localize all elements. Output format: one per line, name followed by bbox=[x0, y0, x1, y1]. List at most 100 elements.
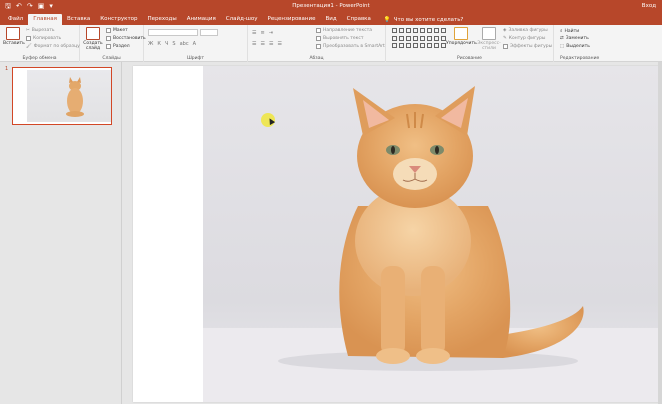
slides-pane: 1 bbox=[0, 62, 122, 404]
window-title: Презентация1 - PowerPoint bbox=[292, 3, 370, 9]
quick-styles-button[interactable]: Экспресс-стили bbox=[476, 27, 502, 51]
font-format-buttons: Ж К Ч S abc A bbox=[148, 41, 196, 47]
editing-group: ⌕ Найти ⇄ Заменить ⬚ Выделить Редактировани… bbox=[554, 25, 662, 62]
scissors-icon: ✂ bbox=[26, 28, 30, 33]
align-right-icon[interactable]: ☰ bbox=[269, 41, 273, 47]
format-painter-button[interactable]: 🖌 Формат по образцу bbox=[26, 44, 80, 49]
tab-slideshow[interactable]: Слайд-шоу bbox=[221, 14, 263, 25]
tab-help[interactable]: Справка bbox=[342, 14, 376, 25]
quick-styles-icon bbox=[482, 27, 496, 40]
shape-icon bbox=[413, 35, 418, 41]
shape-icon bbox=[399, 43, 404, 49]
shape-icon bbox=[420, 28, 425, 33]
smartart-button[interactable]: Преобразовать в SmartArt bbox=[316, 44, 385, 49]
bold-icon[interactable]: Ж bbox=[148, 41, 153, 47]
select-icon: ⬚ bbox=[560, 44, 565, 49]
pen-icon: ✎ bbox=[503, 36, 507, 41]
font-size-input[interactable] bbox=[200, 29, 218, 36]
justify-icon[interactable]: ☰ bbox=[277, 41, 281, 47]
lightbulb-icon: 💡 bbox=[383, 16, 391, 23]
editing-canvas bbox=[122, 62, 662, 404]
text-direction-button[interactable]: Направление текста bbox=[316, 28, 372, 33]
shape-icon bbox=[434, 28, 439, 33]
shape-icon bbox=[399, 28, 404, 33]
shape-icon bbox=[406, 28, 411, 33]
tell-me-box[interactable]: 💡 Что вы хотите сделать? bbox=[376, 14, 468, 25]
tab-transitions[interactable]: Переходы bbox=[143, 14, 182, 25]
smartart-icon bbox=[316, 44, 321, 49]
font-group-label: Шрифт bbox=[186, 56, 205, 61]
align-left-icon[interactable]: ☰ bbox=[252, 41, 256, 47]
tab-home[interactable]: Главная bbox=[28, 14, 62, 25]
shape-outline-button[interactable]: ✎ Контур фигуры bbox=[503, 36, 545, 41]
shape-icon bbox=[434, 35, 439, 41]
sign-in-link[interactable]: Вход bbox=[642, 3, 656, 9]
slide-thumbnail[interactable] bbox=[12, 67, 112, 125]
slides-group: Создать слайд Макет Восстановить Раздел … bbox=[80, 25, 146, 62]
underline-icon[interactable]: Ч bbox=[165, 41, 168, 47]
strikethrough-icon[interactable]: abc bbox=[180, 41, 189, 47]
tab-file[interactable]: Файл bbox=[3, 14, 28, 25]
shape-icon bbox=[420, 35, 425, 41]
numbering-icon[interactable]: ≡ bbox=[260, 30, 264, 36]
align-center-icon[interactable]: ☰ bbox=[260, 41, 264, 47]
shape-fill-button[interactable]: ◈ Заливка фигуры bbox=[503, 28, 548, 33]
tab-insert[interactable]: Вставка bbox=[62, 14, 95, 25]
vertical-scrollbar[interactable] bbox=[658, 62, 662, 404]
title-bar: 🖫 ↶ ↷ ▣ ▾ Презентация1 - PowerPoint Вход bbox=[0, 0, 662, 13]
shapes-gallery[interactable] bbox=[392, 28, 446, 50]
thumbnail-photo bbox=[27, 70, 111, 122]
font-name-input[interactable] bbox=[148, 29, 198, 36]
shape-effects-button[interactable]: Эффекты фигуры bbox=[503, 44, 552, 49]
select-button[interactable]: ⬚ Выделить bbox=[560, 44, 590, 49]
paragraph-group: ☰ ≡ ⇥ ☰ ☰ ☰ ☰ Направление текста Выровня… bbox=[248, 25, 386, 62]
shape-icon bbox=[399, 35, 404, 41]
font-color-icon[interactable]: A bbox=[193, 41, 196, 47]
replace-button[interactable]: ⇄ Заменить bbox=[560, 36, 589, 41]
layout-icon bbox=[106, 28, 111, 33]
indent-icon[interactable]: ⇥ bbox=[269, 30, 273, 36]
shape-icon bbox=[427, 43, 432, 49]
shape-icon bbox=[392, 43, 397, 49]
reset-icon bbox=[106, 36, 111, 41]
section-button[interactable]: Раздел bbox=[106, 44, 130, 49]
tab-review[interactable]: Рецензирование bbox=[263, 14, 321, 25]
copy-button[interactable]: Копировать bbox=[26, 36, 61, 41]
list-buttons: ☰ ≡ ⇥ bbox=[252, 30, 273, 36]
font-group: Ж К Ч S abc A Шрифт bbox=[144, 25, 248, 62]
new-slide-button[interactable]: Создать слайд bbox=[82, 27, 104, 51]
find-button[interactable]: ⌕ Найти bbox=[560, 28, 579, 35]
ribbon-tabs: Файл Главная Вставка Конструктор Переход… bbox=[0, 13, 662, 25]
slides-group-label: Слайды bbox=[102, 56, 121, 61]
shape-icon bbox=[392, 35, 397, 41]
replace-icon: ⇄ bbox=[560, 36, 564, 41]
reset-button[interactable]: Восстановить bbox=[106, 36, 146, 41]
paint-bucket-icon: ◈ bbox=[503, 28, 507, 33]
tell-me-label: Что вы хотите сделать? bbox=[393, 16, 464, 23]
arrange-icon bbox=[454, 27, 468, 40]
tab-animations[interactable]: Анимация bbox=[182, 14, 221, 25]
ribbon: Вставить ✂ Вырезать Копировать 🖌 Формат по… bbox=[0, 25, 662, 62]
shape-icon bbox=[413, 43, 418, 49]
shadow-icon[interactable]: S bbox=[172, 41, 175, 47]
search-icon: ⌕ bbox=[560, 29, 563, 34]
tab-design[interactable]: Конструктор bbox=[95, 14, 142, 25]
slide[interactable] bbox=[133, 66, 662, 402]
italic-icon[interactable]: К bbox=[157, 41, 161, 47]
shape-icon bbox=[427, 28, 432, 33]
pointer-highlight bbox=[261, 113, 276, 127]
paste-button[interactable]: Вставить bbox=[3, 27, 25, 46]
align-text-button[interactable]: Выровнять текст bbox=[316, 36, 363, 41]
shape-icon bbox=[392, 28, 397, 33]
new-slide-icon bbox=[86, 27, 100, 40]
effects-icon bbox=[503, 44, 508, 49]
tab-view[interactable]: Вид bbox=[320, 14, 341, 25]
drawing-group-label: Рисование bbox=[457, 56, 482, 61]
clipboard-group: Вставить ✂ Вырезать Копировать 🖌 Формат по… bbox=[0, 25, 80, 62]
brush-icon: 🖌 bbox=[26, 44, 32, 49]
arrange-button[interactable]: Упорядочить bbox=[446, 27, 477, 46]
cut-button[interactable]: ✂ Вырезать bbox=[26, 28, 54, 33]
paste-icon bbox=[6, 27, 20, 40]
bullets-icon[interactable]: ☰ bbox=[252, 30, 256, 36]
layout-button[interactable]: Макет bbox=[106, 28, 128, 33]
